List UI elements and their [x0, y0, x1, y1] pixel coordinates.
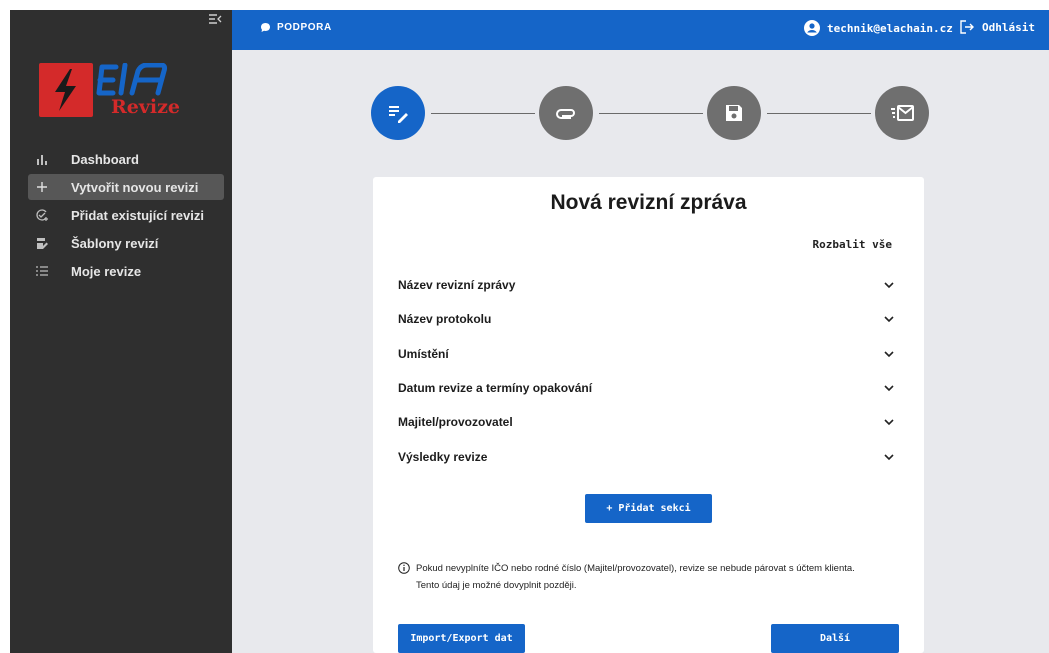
- info-note-line1: Pokud nevyplníte IČO nebo rodné číslo (M…: [416, 563, 855, 574]
- expand-all-button[interactable]: Rozbalit vše: [813, 238, 892, 251]
- section-label: Název revizní zprávy: [398, 278, 516, 292]
- page-title: Nová revizní zpráva: [550, 191, 747, 214]
- add-section-button[interactable]: + Přidat sekci: [585, 494, 712, 523]
- section-label: Název protokolu: [398, 312, 492, 326]
- revision-form-card: Nová revizní zpráva Rozbalit vše Název r…: [373, 177, 924, 653]
- chevron-down-icon: [884, 315, 894, 322]
- sidebar-item-dashboard[interactable]: Dashboard: [28, 146, 224, 172]
- bar-chart-icon: [34, 151, 50, 167]
- sidebar-item-create-revision[interactable]: Vytvořit novou revizi: [28, 174, 224, 200]
- section-label: Výsledky revize: [398, 450, 488, 464]
- import-export-button[interactable]: Import/Export dat: [398, 624, 525, 653]
- sidebar-item-label: Dashboard: [71, 151, 139, 167]
- support-label: PODPORA: [277, 22, 332, 33]
- support-link[interactable]: PODPORA: [260, 22, 332, 33]
- chevron-down-icon: [884, 281, 894, 288]
- logout-icon: [960, 20, 974, 34]
- step-connector: [767, 113, 871, 114]
- step-send[interactable]: [875, 86, 929, 140]
- main-content: Nová revizní zpráva Rozbalit vše Název r…: [232, 50, 1049, 653]
- section-label: Umístění: [398, 347, 449, 361]
- save-icon: [726, 105, 742, 121]
- section-date[interactable]: Datum revize a termíny opakování: [398, 377, 894, 399]
- section-owner[interactable]: Majitel/provozovatel: [398, 411, 894, 433]
- attachment-icon: [556, 109, 575, 119]
- send-mail-icon: [891, 105, 914, 121]
- sidebar-item-label: Vytvořit novou revizi: [71, 179, 199, 195]
- logout-label: Odhlásit: [982, 20, 1035, 34]
- user-email: technik@elachain.cz: [827, 21, 953, 35]
- section-label: Datum revize a termíny opakování: [398, 381, 593, 395]
- edit-notes-icon: [389, 106, 408, 123]
- sidebar-nav: Dashboard Vytvořit novou revizi Přidat e…: [28, 146, 224, 286]
- sidebar-item-label: Moje revize: [71, 263, 142, 279]
- collapse-sidebar-icon[interactable]: [208, 12, 222, 26]
- chevron-down-icon: [884, 350, 894, 357]
- chevron-down-icon: [884, 418, 894, 425]
- info-note-line2: Tento údaj je možné dovyplnit později.: [416, 580, 577, 591]
- list-icon: [34, 263, 50, 279]
- sidebar-item-label: Přidat existující revizi: [71, 207, 204, 223]
- info-note: Pokud nevyplníte IČO nebo rodné číslo (M…: [398, 560, 855, 594]
- sidebar-item-my-revisions[interactable]: Moje revize: [28, 258, 224, 284]
- next-button[interactable]: Další: [771, 624, 899, 653]
- logo-subtitle: Revize: [111, 96, 180, 117]
- section-label: Majitel/provozovatel: [398, 415, 513, 429]
- add-check-icon: [34, 207, 50, 223]
- step-save[interactable]: [707, 86, 761, 140]
- step-connector: [431, 113, 535, 114]
- step-attachment[interactable]: [539, 86, 593, 140]
- user-account[interactable]: technik@elachain.cz: [804, 20, 953, 36]
- step-connector: [599, 113, 703, 114]
- sidebar: Revize Dashboard Vytvořit novou revizi P…: [10, 10, 232, 653]
- section-revision-name[interactable]: Název revizní zprávy: [398, 274, 894, 296]
- step-edit[interactable]: [371, 86, 425, 140]
- section-results[interactable]: Výsledky revize: [398, 446, 894, 468]
- info-icon: [398, 562, 410, 574]
- template-edit-icon: [34, 235, 50, 251]
- chevron-down-icon: [884, 384, 894, 391]
- section-location[interactable]: Umístění: [398, 343, 894, 365]
- sidebar-item-add-existing[interactable]: Přidat existující revizi: [28, 202, 224, 228]
- plus-icon: [34, 179, 50, 195]
- sidebar-item-label: Šablony revizí: [71, 235, 159, 251]
- elarevize-logo: Revize: [39, 62, 183, 118]
- account-circle-icon: [804, 20, 820, 36]
- logout-button[interactable]: Odhlásit: [960, 20, 1035, 34]
- sidebar-item-templates[interactable]: Šablony revizí: [28, 230, 224, 256]
- chevron-down-icon: [884, 453, 894, 460]
- section-protocol-name[interactable]: Název protokolu: [398, 308, 894, 330]
- chat-bubble-icon: [261, 23, 270, 32]
- top-bar: PODPORA technik@elachain.cz Odhlásit: [232, 10, 1049, 50]
